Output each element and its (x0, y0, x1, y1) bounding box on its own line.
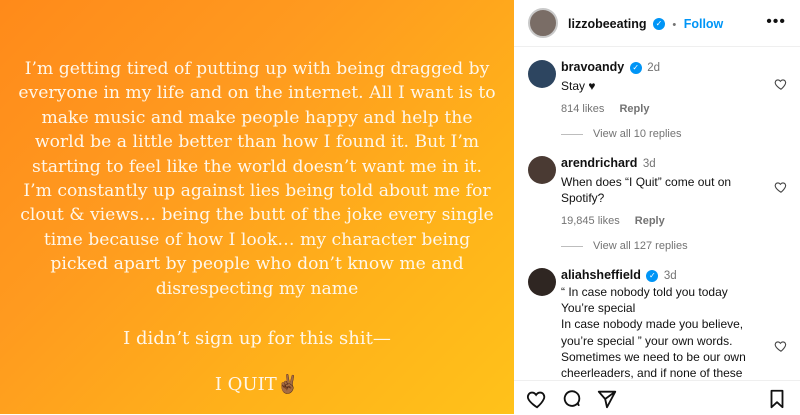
comment-avatar[interactable] (528, 60, 556, 88)
author-username[interactable]: lizzobeeating (568, 17, 646, 31)
comment-head: bravoandy ✓ 2d (561, 60, 761, 74)
comments-panel: lizzobeeating ✓ • Follow ••• bravoandy ✓… (514, 0, 800, 415)
reply-button[interactable]: Reply (635, 215, 665, 227)
post-body-text: I’m getting tired of putting up with bei… (18, 57, 496, 301)
comment-text: Stay ♥ (561, 79, 596, 93)
post-paragraph: I’m getting tired of putting up with bei… (18, 59, 496, 299)
divider (561, 245, 583, 247)
header-row: lizzobeeating ✓ • Follow (568, 15, 723, 33)
verified-badge-icon: ✓ (646, 269, 659, 282)
heart-icon[interactable] (774, 339, 788, 353)
comment-body: arendrichard 3d When does “I Quit” come … (561, 156, 761, 227)
comment-text-line: “ In case nobody told you today (561, 285, 728, 299)
follow-button[interactable]: Follow (684, 17, 724, 31)
view-replies[interactable]: View all 127 replies (561, 240, 688, 252)
comment-body: bravoandy ✓ 2d Stay ♥ 814 likes Reply (561, 60, 761, 115)
comment-item: aliahsheffield ✓ 3d “ In case nobody tol… (514, 268, 800, 380)
comment-time: 2d (647, 62, 660, 74)
comment-meta: 814 likes Reply (561, 103, 761, 115)
view-replies[interactable]: View all 10 replies (561, 128, 681, 140)
comment-text-line: cheerleaders, and if none of these (561, 366, 743, 380)
heart-icon[interactable] (526, 388, 548, 410)
view-replies-label[interactable]: View all 127 replies (593, 240, 688, 252)
comment-head: aliahsheffield ✓ 3d (561, 268, 771, 282)
comment-time: 3d (663, 270, 677, 282)
comment-meta: 19,845 likes Reply (561, 215, 761, 227)
post-line-2: I didn’t sign up for this shit— (123, 328, 391, 349)
comment-likes[interactable]: 19,845 likes (561, 215, 620, 227)
comment-item: bravoandy ✓ 2d Stay ♥ 814 likes Reply (514, 60, 800, 120)
bookmark-icon[interactable] (766, 388, 788, 410)
share-icon[interactable] (596, 388, 618, 410)
comment-text: When does “I Quit” come out on Spotify? (561, 175, 732, 206)
comment-text: “ In case nobody told you today You’re s… (561, 284, 771, 380)
heart-icon[interactable] (774, 77, 788, 91)
verified-badge-icon: ✓ (652, 17, 665, 30)
comment-item: arendrichard 3d When does “I Quit” come … (514, 156, 800, 232)
verified-badge-icon: ✓ (629, 61, 642, 74)
comment-head: arendrichard 3d (561, 156, 761, 170)
comment-likes[interactable]: 814 likes (561, 103, 604, 115)
comment-time: 3d (642, 158, 656, 170)
comment-username[interactable]: arendrichard (561, 156, 637, 170)
comment-text-line: you’re special ” your own words. (561, 333, 733, 348)
comment-text-line: You’re special (561, 301, 636, 316)
post-line-3: I QUIT✌🏾 (214, 374, 300, 395)
comment-username[interactable]: aliahsheffield (561, 268, 641, 282)
view-replies-label[interactable]: View all 10 replies (593, 128, 681, 140)
author-avatar[interactable] (528, 8, 558, 38)
post-header: lizzobeeating ✓ • Follow ••• (514, 0, 800, 47)
heart-icon[interactable] (774, 180, 788, 194)
comment-avatar[interactable] (528, 268, 556, 296)
comment-text-line: In case nobody made you believe, (561, 317, 744, 332)
divider (561, 133, 583, 135)
more-horizontal-icon[interactable]: ••• (766, 14, 786, 30)
comment-avatar[interactable] (528, 156, 556, 184)
comment-icon[interactable] (561, 388, 583, 410)
post-image: I’m getting tired of putting up with bei… (0, 0, 514, 414)
reply-button[interactable]: Reply (619, 103, 649, 115)
comment-username[interactable]: bravoandy (561, 60, 624, 74)
separator-dot: • (672, 19, 677, 31)
comment-body: aliahsheffield ✓ 3d “ In case nobody tol… (561, 268, 771, 380)
comment-text-line: Sometimes we need to be our own (561, 349, 746, 364)
action-bar (514, 380, 800, 415)
